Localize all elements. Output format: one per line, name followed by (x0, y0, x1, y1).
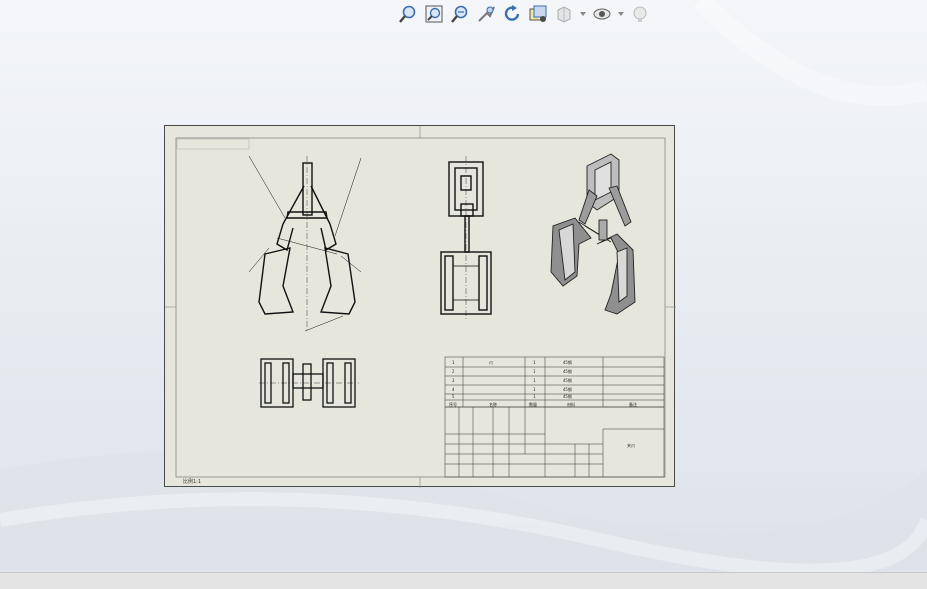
svg-text:45钢: 45钢 (563, 368, 572, 374)
svg-text:1: 1 (533, 360, 536, 365)
svg-text:5: 5 (452, 394, 455, 399)
svg-text:数量: 数量 (529, 401, 537, 407)
svg-text:4: 4 (452, 387, 455, 392)
side-view[interactable] (440, 156, 492, 321)
bom-table[interactable] (444, 356, 665, 408)
svg-text:1: 1 (452, 360, 455, 365)
rotate-icon[interactable] (500, 2, 524, 26)
title-block[interactable] (444, 406, 665, 478)
svg-text:1: 1 (533, 369, 536, 374)
svg-text:45钢: 45钢 (563, 359, 572, 365)
zoom-to-area-icon[interactable] (422, 2, 446, 26)
svg-text:1: 1 (533, 394, 536, 399)
corner-label-box (176, 138, 250, 150)
chevron-down-icon[interactable] (616, 2, 626, 26)
hide-show-items-icon[interactable] (590, 2, 614, 26)
svg-text:45钢: 45钢 (563, 377, 572, 383)
part-name: 夹爪 (627, 442, 635, 448)
drawing-sheet[interactable]: 1 爪 1 45钢 2 1 45钢 3 1 45钢 4 1 45钢 5 1 45… (164, 125, 676, 488)
chevron-down-icon[interactable] (578, 2, 588, 26)
zoom-to-fit-icon[interactable] (396, 2, 420, 26)
svg-text:名称: 名称 (489, 401, 497, 407)
svg-text:材料: 材料 (567, 401, 575, 407)
svg-text:3: 3 (452, 378, 455, 383)
svg-text:序号: 序号 (449, 401, 457, 407)
display-style-icon[interactable] (552, 2, 576, 26)
svg-text:1: 1 (533, 387, 536, 392)
sheet-scale-label: 比例1:1 (183, 479, 202, 485)
svg-text:备注: 备注 (629, 401, 637, 407)
svg-text:2: 2 (452, 369, 455, 374)
status-bar (0, 572, 927, 589)
heads-up-view-toolbar (396, 2, 652, 26)
pan-icon[interactable] (474, 2, 498, 26)
view-orientation-icon[interactable] (526, 2, 550, 26)
svg-text:45钢: 45钢 (563, 386, 572, 392)
svg-text:45钢: 45钢 (563, 393, 572, 399)
svg-text:爪: 爪 (489, 360, 493, 365)
zoom-in-out-icon[interactable] (448, 2, 472, 26)
edit-appearance-icon[interactable] (628, 2, 652, 26)
top-view[interactable] (259, 358, 359, 408)
svg-text:1: 1 (533, 378, 536, 383)
front-view[interactable] (248, 155, 362, 332)
isometric-view[interactable] (550, 153, 636, 315)
